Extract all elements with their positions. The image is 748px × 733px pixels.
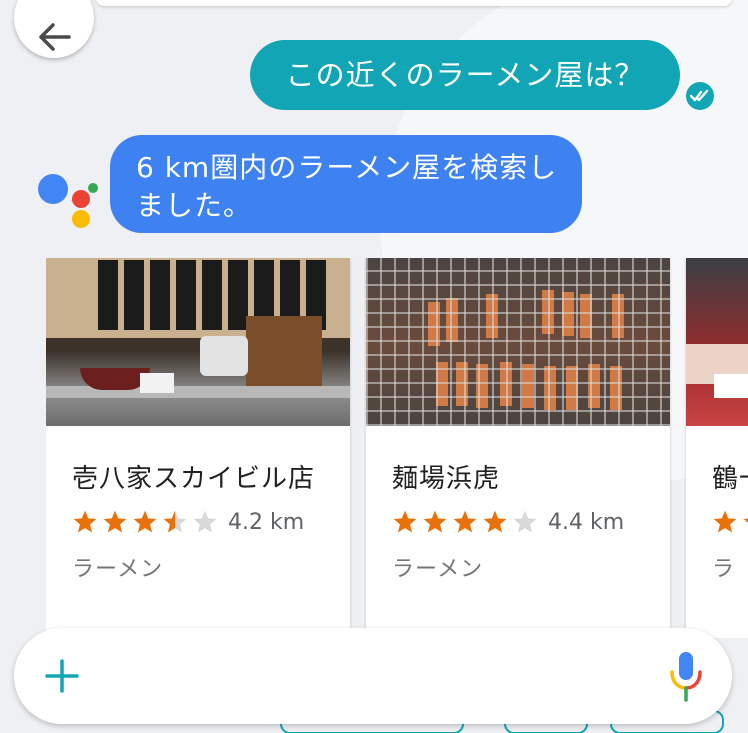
double-check-icon (686, 82, 714, 110)
assistant-message-bubble: 6 km圏内のラーメン屋を検索しました。 (110, 135, 582, 233)
google-assistant-logo (34, 170, 104, 232)
result-card[interactable]: 鶴一 ラ (686, 258, 748, 638)
star-filled-icon (423, 510, 447, 533)
results-carousel[interactable]: 壱八家スカイビル店 4.2 km ラーメン 麺場浜虎 4.4 km ラーメン 鶴… (46, 258, 748, 638)
star-filled-icon (133, 510, 157, 533)
star-filled-icon (453, 510, 477, 533)
star-half-icon (163, 510, 187, 533)
star-rating (72, 509, 222, 535)
result-card[interactable]: 壱八家スカイビル店 4.2 km ラーメン (46, 258, 350, 638)
star-rating (392, 509, 542, 535)
back-button[interactable] (14, 0, 94, 58)
plus-icon[interactable] (44, 658, 80, 694)
result-card[interactable]: 麺場浜虎 4.4 km ラーメン (366, 258, 670, 638)
restaurant-name: 麺場浜虎 (392, 464, 501, 494)
rating-row: 4.2 km (72, 505, 350, 539)
rating-row: 4.4 km (392, 505, 670, 539)
input-bar[interactable] (14, 628, 732, 724)
star-rating (712, 509, 748, 535)
logo-dot-red (72, 190, 90, 208)
category-label: ラーメン (392, 557, 484, 582)
star-empty-icon (193, 510, 217, 533)
rating-row (712, 505, 748, 539)
restaurant-name: 壱八家スカイビル店 (72, 464, 316, 494)
distance-label: 4.4 km (548, 509, 625, 535)
restaurant-photo (366, 258, 670, 426)
restaurant-photo (686, 258, 748, 426)
logo-dot-blue (38, 174, 68, 204)
category-label: ラーメン (72, 557, 164, 582)
star-filled-icon (713, 510, 737, 533)
star-filled-icon (393, 510, 417, 533)
assistant-screen: この近くのラーメン屋は？ 6 km圏内のラーメン屋を検索しました。 壱八家スカイ… (0, 0, 748, 733)
star-filled-icon (73, 510, 97, 533)
microphone-icon[interactable] (666, 650, 706, 702)
distance-label: 4.2 km (228, 509, 305, 535)
logo-dot-yellow (72, 210, 90, 228)
restaurant-name: 鶴一 (712, 464, 748, 494)
arrow-left-icon (39, 23, 71, 51)
category-label: ラ (712, 557, 736, 582)
star-empty-icon (513, 510, 537, 533)
star-filled-icon (103, 510, 127, 533)
top-card-edge (96, 0, 732, 6)
restaurant-photo (46, 258, 350, 426)
star-filled-icon (743, 518, 748, 533)
star-filled-icon (483, 510, 507, 533)
logo-dot-green (88, 183, 98, 193)
user-message-bubble: この近くのラーメン屋は？ (250, 40, 680, 110)
